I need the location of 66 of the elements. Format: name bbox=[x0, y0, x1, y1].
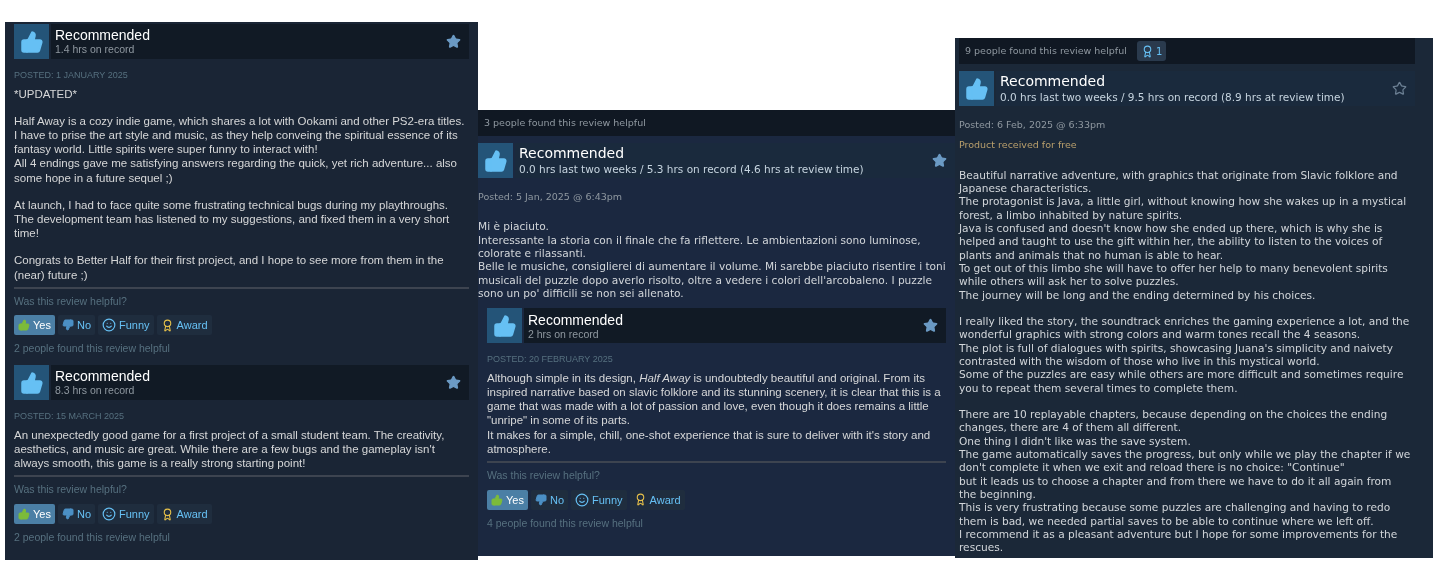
playtime-text: 1.4 hrs on record bbox=[55, 44, 136, 55]
recommended-label: Recommended bbox=[55, 28, 150, 43]
free-product-note: Product received for free bbox=[959, 138, 1078, 153]
thumbs-down-icon bbox=[534, 493, 547, 506]
funny-button[interactable]: Funny bbox=[98, 504, 154, 525]
no-button[interactable]: No bbox=[530, 489, 568, 510]
review-text: *UPDATED* bbox=[14, 86, 79, 101]
recommended-label: Recommended bbox=[528, 312, 623, 327]
thumbs-up-icon bbox=[14, 365, 49, 401]
posted-date: POSTED: 15 MARCH 2025 bbox=[14, 410, 126, 424]
playtime-text: 8.3 hrs on record bbox=[55, 385, 136, 396]
funny-button[interactable]: Funny bbox=[571, 489, 627, 510]
thumbs-down-icon bbox=[61, 508, 74, 521]
star-icon[interactable] bbox=[446, 34, 461, 49]
recommended-label: Recommended bbox=[55, 369, 150, 384]
thumbs-up-icon bbox=[14, 24, 49, 59]
smiley-icon bbox=[102, 507, 116, 522]
posted-date: Posted: 5 Jan, 2025 @ 6:43pm bbox=[478, 190, 624, 204]
thumbs-up-icon bbox=[491, 493, 503, 506]
helpful-count: 2 people found this review helpful bbox=[14, 530, 171, 546]
yes-button[interactable]: Yes bbox=[14, 504, 55, 525]
thumbs-down-icon bbox=[61, 319, 74, 332]
smiley-icon bbox=[575, 492, 589, 507]
thumbs-up-icon bbox=[478, 143, 513, 178]
playtime-text: 0.0 hrs last two weeks / 9.5 hrs on record (8.9 hrs at review time) bbox=[1000, 92, 1345, 103]
smiley-icon bbox=[102, 318, 116, 333]
review-text: Mi è piaciuto. Interessante la storia con il finale che fa riflettere. Le ambientazioni sono luminose, colorate e rilassanti. Belle le musiche, consiglierei di aumentare il volume. Mi sarebbe piaciuto risentire i toni musicali del puzzle dopo averlo risolto, oltre a vedere i colori dell'arcobaleno. I puzzle sono un po' difficili se non sei allenato. bbox=[478, 220, 947, 301]
thumbs-up-icon bbox=[487, 308, 522, 344]
funny-button[interactable]: Funny bbox=[98, 315, 154, 336]
review-text: There are 10 replayable chapters, because depending on the choices the ending changes, there are 4 of them all different. One thing I didn't like was the save system. The game automatically saves the progress, but only while we play the chapter if we don't complete it when we exit and reload there is no choice: "Continue" but it leads us to choose a chapter and from there we have to do it all again from the beginning. This is very frustrating because some puzzles are challenging and having to redo them is bad, we needed partial saves to be able to continue where we left off. I recommend it as a pleasant adventure but I hope for some improvements for the rescues. bbox=[959, 408, 1411, 555]
helpful-count: 2 people found this review helpful bbox=[14, 341, 171, 357]
thumbs-up-icon bbox=[18, 319, 30, 332]
helpful-count: 3 people found this review helpful bbox=[484, 115, 646, 130]
award-button[interactable]: Award bbox=[156, 504, 212, 525]
posted-date: POSTED: 1 JANUARY 2025 bbox=[14, 69, 129, 82]
award-button[interactable]: Award bbox=[629, 489, 685, 510]
no-button[interactable]: No bbox=[57, 315, 95, 336]
award-badge[interactable]: 1 bbox=[1136, 41, 1167, 61]
review-text: An unexpectedly good game for a first project of a small student team. The creativity, aesthetics, and music are great. While there are a few bugs and the gameplay isn't always smooth, this game is a really strong starting point! bbox=[14, 427, 446, 471]
playtime-text: 0.0 hrs last two weeks / 5.3 hrs on record (4.6 hrs at review time) bbox=[519, 164, 864, 175]
thumbs-up-icon bbox=[18, 508, 30, 521]
review-text: I really liked the story, the soundtrack enriches the gaming experience a lot, and the wonderful graphics with strong colors and warm tones recall the 4 seasons. The plot is full of dialogues with spirits, showcasing Juana's simplicity and naivety contrasted with the wisdom of those who live in this mystical world. Some of the puzzles are easy while others are more difficult and sometimes require you to repeat them several times to complete them. bbox=[959, 314, 1411, 395]
recommended-label: Recommended bbox=[1000, 74, 1107, 89]
star-icon[interactable] bbox=[932, 153, 947, 168]
review-text: Although simple in its design, Half Away is undoubtedly beautiful and original. From its inspired narrative based on slavic folklore and its stunning scenery, it is clear that this is a game that was made with a lot of passion and love, even though it does remains a little "unripe" in some of its parts. It makes for a simple, chill, one-shot experience that is sure to deliver with it's story and atmosphere. bbox=[487, 370, 942, 457]
recommended-label: Recommended bbox=[519, 146, 626, 161]
thumbs-up-icon bbox=[959, 71, 994, 106]
review-text: Half Away is a cozy indie game, which shares a lot with Ookami and other PS2-era titles. I have to prise the art style and music, as they help conveing the spiritual essence of its fantasy world. Little spirits were super funny to interact with! All 4 endings gave me satisfying answers regarding the quick, yet rich adventure... also some hope in a future sequel ;) bbox=[14, 113, 466, 185]
review-text: Congrats to Better Half for their first project, and I hope to see more from them in the (near) future ;) bbox=[14, 253, 445, 282]
star-icon[interactable] bbox=[1392, 81, 1407, 96]
star-icon[interactable] bbox=[446, 375, 461, 391]
star-icon[interactable] bbox=[923, 318, 938, 334]
helpful-question: Was this review helpful? bbox=[487, 468, 601, 484]
posted-date: Posted: 6 Feb, 2025 @ 6:33pm bbox=[959, 118, 1107, 132]
helpful-question: Was this review helpful? bbox=[14, 482, 128, 498]
helpful-count: 4 people found this review helpful bbox=[487, 515, 644, 531]
no-button[interactable]: No bbox=[57, 504, 95, 525]
playtime-text: 2 hrs on record bbox=[528, 328, 600, 340]
yes-button[interactable]: Yes bbox=[487, 489, 528, 510]
review-text: Beautiful narrative adventure, with graphics that originate from Slavic folklore and Japanese characteristics. The protagonist is Java, a little girl, without knowing how she wakes up in a mystical forest, a limbo inhabited by nature spirits. Java is confused and doesn't know how she ended up there, which is why she is helped and taught to use the gift within her, the ability to listen to the voices of plants and animals that no human is able to hear. To get out of this limbo she will have to offer her help to many benevolent spirits while others will ask her to solve puzzles. The journey will be long and the ending determined by his choices. bbox=[959, 168, 1408, 302]
helpful-count: 9 people found this review helpful bbox=[965, 43, 1127, 58]
yes-button[interactable]: Yes bbox=[14, 315, 55, 336]
award-button[interactable]: Award bbox=[156, 315, 212, 336]
posted-date: POSTED: 20 FEBRUARY 2025 bbox=[487, 353, 614, 367]
helpful-question: Was this review helpful? bbox=[14, 293, 128, 309]
review-text: At launch, I had to face quite some frustrating technical bugs during my playthroughs. The development team has listened to my suggestions, and fixed them in a very short time! bbox=[14, 197, 451, 241]
